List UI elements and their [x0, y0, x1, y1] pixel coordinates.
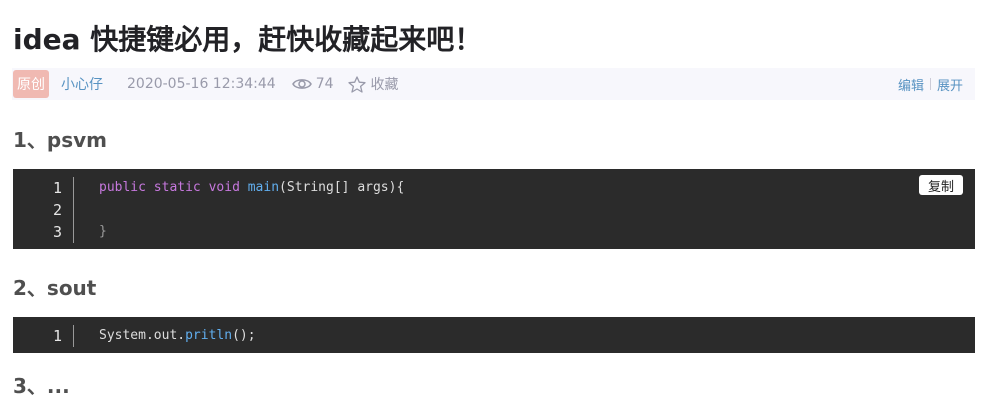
favorite-button[interactable]: 收藏	[347, 74, 399, 94]
code-text: System.out.	[99, 328, 186, 343]
code-line: System.out.pritln();	[99, 325, 256, 347]
code-function: pritln	[185, 328, 233, 343]
code-block-psvm: 1 2 3 public static void main(String[] a…	[13, 169, 975, 249]
line-numbers: 1	[13, 325, 62, 347]
code-keyword: static	[153, 180, 201, 195]
section-heading-next: 3、...	[13, 374, 70, 398]
section-heading-sout: 2、sout	[13, 276, 97, 300]
line-number: 1	[52, 179, 62, 197]
code-text: (String[] args){	[279, 180, 405, 195]
eye-icon	[291, 77, 312, 91]
code-function: main	[247, 180, 280, 195]
expand-link[interactable]: 展开	[937, 75, 963, 94]
gutter-divider	[73, 177, 74, 243]
code-text: ();	[232, 328, 256, 343]
favorite-label: 收藏	[370, 77, 399, 93]
code-keyword: void	[208, 180, 240, 195]
code-text: }	[99, 224, 107, 239]
line-number: 1	[52, 327, 62, 345]
code-keyword: public	[99, 180, 146, 195]
article-meta-bar: 原创 小心仔 2020-05-16 12:34:44 74 收藏 编辑 展开	[12, 68, 975, 100]
line-numbers: 1 2 3	[13, 177, 62, 243]
line-number: 3	[52, 223, 62, 241]
view-count-value: 74	[315, 76, 334, 92]
author-link[interactable]: 小心仔	[61, 74, 103, 94]
publish-time: 2020-05-16 12:34:44	[127, 76, 276, 92]
original-badge: 原创	[13, 70, 49, 98]
code-lines: System.out.pritln();	[99, 325, 256, 347]
meta-actions: 编辑 展开	[898, 75, 963, 94]
line-number: 2	[52, 201, 62, 219]
gutter-divider	[73, 325, 74, 347]
code-line: }	[99, 221, 404, 243]
code-lines: public static void main(String[] args){ …	[99, 177, 404, 243]
divider	[929, 78, 931, 90]
edit-link[interactable]: 编辑	[898, 75, 924, 94]
view-count: 74	[291, 76, 334, 92]
code-block-sout: 1 System.out.pritln();	[13, 317, 975, 353]
section-heading-psvm: 1、psvm	[13, 128, 108, 152]
star-icon	[347, 75, 366, 93]
article-title: idea 快捷键必用，赶快收藏起来吧！	[13, 23, 483, 56]
copy-button[interactable]: 复制	[919, 175, 963, 195]
code-line: public static void main(String[] args){	[99, 177, 404, 199]
